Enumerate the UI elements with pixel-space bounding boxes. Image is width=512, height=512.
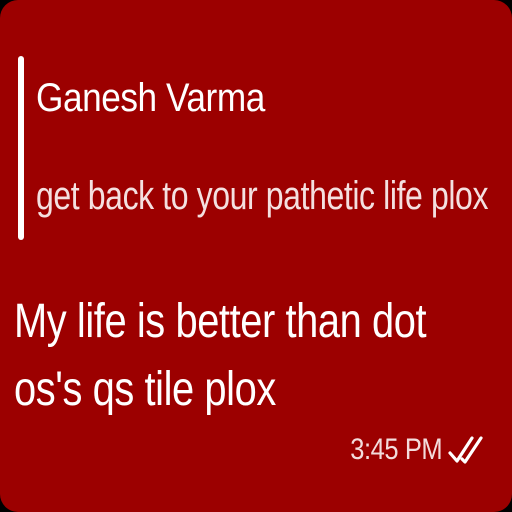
double-check-icon [448, 436, 483, 464]
message-bubble[interactable]: Ganesh Varma get back to your pathetic l… [0, 0, 512, 512]
quoted-reply[interactable]: Ganesh Varma get back to your pathetic l… [18, 56, 498, 240]
quote-bar [18, 56, 24, 240]
quoted-sender-name: Ganesh Varma [36, 76, 265, 120]
message-meta: 3:45 PM [334, 430, 486, 470]
message-text: My life is better than dot os's qs tile … [14, 295, 427, 416]
message-timestamp: 3:45 PM [350, 433, 442, 466]
quoted-message-text: get back to your pathetic life plox [36, 174, 489, 218]
